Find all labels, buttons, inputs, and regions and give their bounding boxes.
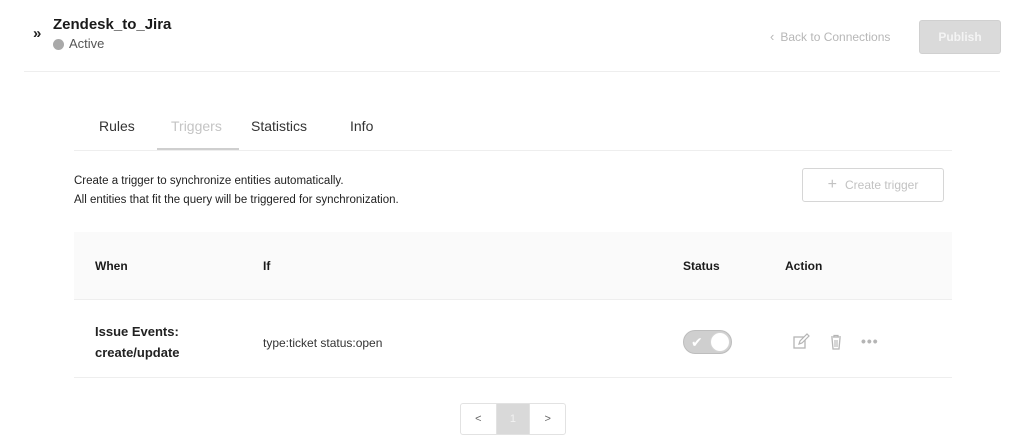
trigger-when-cell: Issue Events: create/update bbox=[95, 321, 180, 363]
status-toggle[interactable]: ✔ bbox=[683, 330, 732, 354]
when-line-2: create/update bbox=[95, 345, 180, 360]
active-tab-indicator bbox=[157, 148, 239, 150]
double-chevron-right-icon[interactable]: » bbox=[33, 26, 41, 42]
chevron-left-icon: ‹ bbox=[770, 29, 775, 44]
edit-icon[interactable] bbox=[792, 333, 810, 351]
pagination-page-button[interactable]: 1 bbox=[495, 404, 531, 434]
tab-statistics[interactable]: Statistics bbox=[251, 118, 307, 134]
connection-title: Zendesk_to_Jira bbox=[53, 16, 172, 33]
description-line-1: Create a trigger to synchronize entities… bbox=[74, 175, 344, 187]
table-header: When If Status Action bbox=[74, 232, 952, 300]
trigger-if-cell: type:ticket status:open bbox=[263, 336, 383, 350]
create-trigger-button[interactable]: + Create trigger bbox=[802, 168, 944, 202]
publish-button[interactable]: Publish bbox=[919, 20, 1001, 54]
triggers-table: When If Status Action Issue Events: crea… bbox=[74, 232, 952, 378]
column-header-action: Action bbox=[785, 259, 823, 273]
create-trigger-label: Create trigger bbox=[844, 178, 919, 192]
more-horizontal-icon[interactable]: ••• bbox=[861, 334, 879, 348]
toggle-knob bbox=[710, 332, 730, 352]
column-header-status: Status bbox=[683, 259, 720, 273]
column-header-if: If bbox=[263, 259, 271, 273]
triggers-description: Create a trigger to synchronize entities… bbox=[74, 172, 399, 210]
pagination-prev-button[interactable]: < bbox=[461, 404, 496, 434]
column-header-when: When bbox=[95, 259, 128, 273]
pagination-next-button[interactable]: > bbox=[530, 404, 565, 434]
tab-rules[interactable]: Rules bbox=[99, 118, 135, 134]
when-line-1: Issue Events: bbox=[95, 324, 179, 339]
connection-header: » Zendesk_to_Jira Active ‹ Back to Conne… bbox=[24, 0, 1001, 72]
back-link-label: Back to Connections bbox=[780, 30, 891, 44]
tab-bar: Rules Triggers Statistics Info bbox=[74, 108, 952, 151]
pagination: < 1 > bbox=[460, 403, 566, 435]
status-text: Active bbox=[69, 36, 105, 51]
status-dot-icon bbox=[53, 38, 64, 50]
plus-icon: + bbox=[827, 176, 837, 193]
tab-triggers[interactable]: Triggers bbox=[171, 118, 222, 134]
tab-info[interactable]: Info bbox=[350, 118, 373, 134]
trash-icon[interactable] bbox=[827, 333, 845, 351]
back-to-connections-link[interactable]: ‹ Back to Connections bbox=[770, 29, 891, 45]
connection-status: Active bbox=[53, 37, 104, 51]
description-line-2: All entities that fit the query will be … bbox=[74, 194, 399, 206]
check-icon: ✔ bbox=[691, 334, 703, 350]
table-row: Issue Events: create/update type:ticket … bbox=[74, 300, 952, 378]
